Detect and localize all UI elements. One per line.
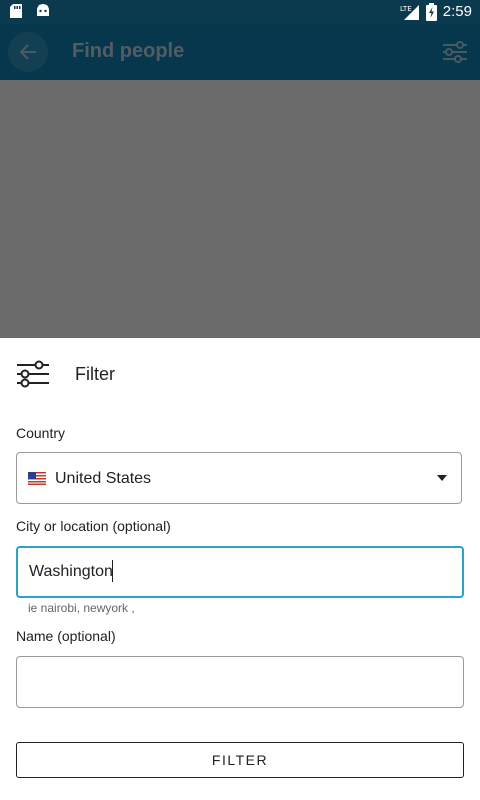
sd-card-icon — [10, 4, 22, 18]
sheet-title: Filter — [75, 363, 115, 384]
name-input[interactable] — [16, 656, 464, 708]
status-time: 2:59 — [442, 3, 472, 20]
lte-signal-icon: LTE — [400, 5, 419, 20]
city-label: City or location (optional) — [16, 518, 171, 534]
scrim-appbar — [0, 24, 480, 80]
text-caret — [112, 560, 113, 582]
name-label: Name (optional) — [16, 628, 116, 644]
battery-charging-icon — [425, 3, 437, 21]
find-people-screen: LTE 2:59 Find people Filter Country Unit… — [0, 0, 480, 800]
filter-bottom-sheet: Filter Country United States City or loc… — [0, 338, 480, 800]
city-input[interactable] — [16, 546, 464, 598]
sheet-header: Filter — [16, 360, 115, 388]
us-flag-icon — [28, 472, 46, 485]
country-select[interactable]: United States — [16, 452, 462, 504]
status-bar: LTE 2:59 — [0, 0, 480, 24]
status-right-icons: LTE 2:59 — [400, 2, 472, 22]
status-left-icons — [10, 4, 50, 18]
country-label: Country — [16, 425, 66, 441]
android-icon — [37, 4, 49, 16]
filter-button[interactable]: FILTER — [16, 742, 464, 778]
svg-text:LTE: LTE — [400, 5, 412, 13]
filter-sliders-icon — [17, 360, 49, 388]
scrim[interactable] — [0, 80, 480, 338]
city-helper-text: ie nairobi, newyork , — [28, 601, 135, 615]
dropdown-arrow-icon — [437, 475, 447, 481]
country-selected-value: United States — [55, 470, 152, 487]
